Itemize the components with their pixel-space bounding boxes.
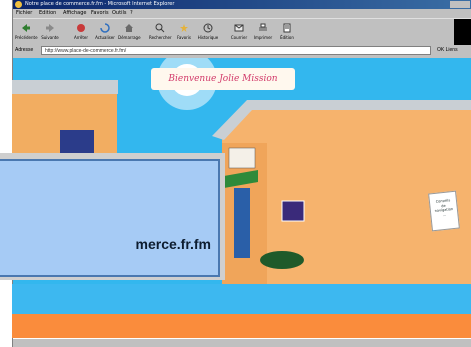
edit-icon	[283, 23, 291, 33]
toolbar: Précédente Suivante Arrêter Actualiser D…	[13, 18, 471, 46]
menu-tools[interactable]: Outils	[112, 10, 126, 16]
ie-throbber-icon	[454, 19, 471, 45]
back-button-label: Précédente	[15, 35, 38, 40]
favorites-icon	[180, 24, 188, 32]
forward-button[interactable]: Suivante	[39, 21, 61, 43]
stop-button-label: Arrêter	[73, 35, 88, 40]
window-controls[interactable]	[450, 1, 470, 8]
bush	[260, 251, 304, 269]
search-button-label: Rechercher	[149, 35, 172, 40]
menu-bar: Fichier Edition Affichage Favoris Outils…	[13, 9, 471, 18]
refresh-icon	[100, 23, 110, 33]
print-button[interactable]: Imprimer	[252, 21, 274, 43]
go-links-button[interactable]: OK Liens	[437, 47, 458, 53]
home-icon	[125, 24, 133, 32]
shop-door	[234, 188, 250, 258]
address-label: Adresse	[15, 47, 34, 53]
shop-sign-board	[228, 147, 256, 169]
welcome-banner: Bienvenue Jolie Mission	[151, 68, 295, 90]
stop-icon	[77, 24, 85, 32]
address-input[interactable]: http://www.place-de-commerce.fr.fm/	[41, 46, 431, 55]
refresh-button[interactable]: Actualiser	[94, 21, 116, 43]
notice-paper-text: Conseils de navigation ...	[434, 198, 454, 217]
welcome-banner-text: Bienvenue Jolie Mission	[168, 74, 278, 84]
back-button[interactable]: Précédente	[15, 21, 38, 43]
menu-help[interactable]: ?	[130, 10, 133, 16]
stop-button[interactable]: Arrêter	[70, 21, 92, 43]
forward-arrow-icon	[46, 24, 54, 32]
address-bar: Adresse http://www.place-de-commerce.fr.…	[13, 45, 471, 57]
forward-button-label: Suivante	[41, 35, 59, 40]
back-arrow-icon	[22, 24, 30, 32]
ie-logo-icon	[15, 1, 22, 8]
history-button-label: Historique	[197, 35, 219, 40]
menu-edit[interactable]: Edition	[39, 10, 56, 16]
mail-button[interactable]: Courrier	[228, 21, 250, 43]
home-button[interactable]: Démarrage	[118, 21, 141, 43]
menu-file[interactable]: Fichier	[16, 10, 32, 16]
search-button[interactable]: Rechercher	[149, 21, 172, 43]
left-roof	[12, 80, 118, 94]
home-button-label: Démarrage	[118, 35, 141, 40]
url-overlay-text: merce.fr.fm	[135, 236, 211, 252]
edit-button-label: Édition	[280, 35, 294, 40]
mail-button-label: Courrier	[230, 35, 248, 40]
window-title: Notre place de commerce.fr.fm - Microsof…	[25, 1, 175, 7]
title-bar: Notre place de commerce.fr.fm - Microsof…	[13, 0, 471, 9]
street-strip	[12, 284, 471, 314]
url-overlay: merce.fr.fm	[0, 153, 225, 280]
edit-button[interactable]: Édition	[276, 21, 298, 43]
notice-paper[interactable]: Conseils de navigation ...	[428, 190, 460, 232]
menu-view[interactable]: Affichage	[63, 10, 87, 16]
search-icon	[155, 23, 165, 33]
status-bar	[13, 338, 471, 347]
print-icon	[259, 23, 267, 31]
poster	[281, 200, 305, 222]
print-button-label: Imprimer	[253, 35, 273, 40]
history-icon	[203, 23, 213, 33]
refresh-button-label: Actualiser	[95, 35, 115, 40]
menu-favorites[interactable]: Favoris	[91, 10, 109, 16]
ground-strip	[12, 314, 471, 338]
history-button[interactable]: Historique	[197, 21, 219, 43]
mail-icon	[234, 24, 244, 32]
favorites-button[interactable]: Favoris	[173, 21, 195, 43]
favorites-button-label: Favoris	[176, 35, 192, 40]
url-overlay-panel	[0, 159, 220, 277]
